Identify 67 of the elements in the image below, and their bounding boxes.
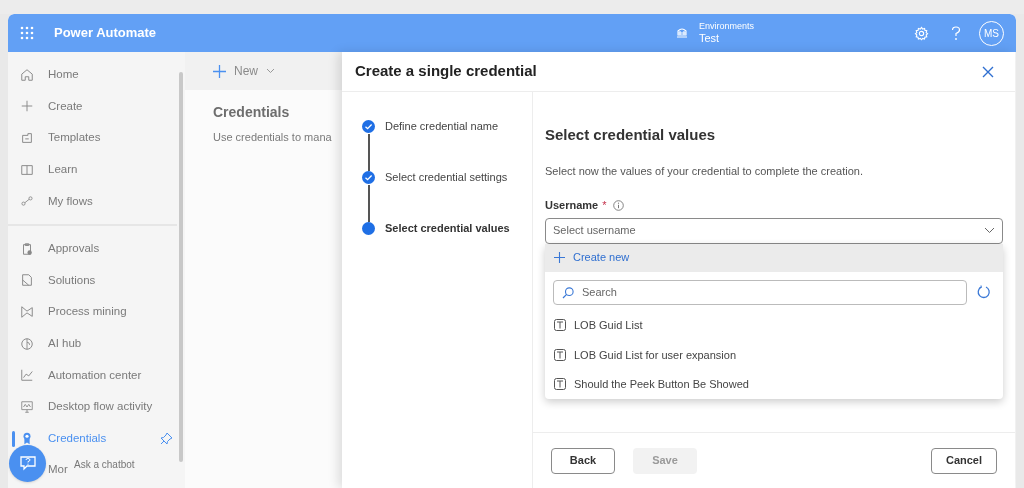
nav-item[interactable]: Process mining: [8, 296, 127, 328]
info-icon[interactable]: [613, 199, 625, 211]
nav-item[interactable]: Approvals: [8, 232, 100, 265]
app-launcher-icon[interactable]: [20, 26, 34, 40]
nav-icon: [20, 67, 34, 82]
action-button[interactable]: Back: [551, 447, 615, 474]
refresh-icon[interactable]: [977, 285, 991, 299]
environment-label: Environments: [698, 20, 754, 32]
dropdown-placeholder: Select username: [553, 223, 637, 239]
nav-icon: [20, 399, 34, 414]
nav-icon: [20, 273, 34, 288]
plus-icon: [213, 64, 226, 78]
nav-item[interactable]: Templates: [8, 122, 101, 154]
nav-item[interactable]: Credentials: [8, 422, 107, 455]
scrollbar[interactable]: [179, 72, 183, 462]
action-button[interactable]: Cancel: [931, 447, 997, 474]
search-icon: [562, 286, 574, 299]
nav-item[interactable]: Home: [8, 59, 79, 91]
nav-icon: [20, 162, 34, 177]
text-field-icon: [554, 378, 566, 391]
new-button[interactable]: New: [213, 62, 275, 80]
nav-item[interactable]: Automation center: [8, 359, 142, 391]
nav-item[interactable]: Mor: [48, 454, 68, 486]
step-label: Select credential values: [385, 222, 510, 235]
plus-icon: [554, 252, 565, 263]
required-mark: *: [602, 198, 607, 213]
chat-help-icon: [19, 456, 36, 471]
help-icon[interactable]: [951, 25, 961, 41]
nav-icon: [20, 241, 34, 256]
nav-icon: [20, 131, 34, 145]
section-description: Select now the values of your credential to complete the creation.: [545, 163, 864, 179]
section-heading: Select credential values: [545, 125, 717, 145]
text-field-icon: [554, 319, 566, 332]
nav-icon: [20, 304, 34, 319]
settings-icon[interactable]: [914, 25, 929, 41]
nav-item[interactable]: My flows: [8, 185, 93, 217]
chevron-down-icon: [266, 68, 275, 74]
close-icon[interactable]: [982, 65, 994, 78]
step-label: Define credential name: [385, 120, 499, 134]
nav-icon: [20, 99, 34, 114]
dropdown-option[interactable]: LOB Guid List for user expansion: [545, 340, 1003, 370]
dropdown-option[interactable]: LOB Guid List: [545, 310, 1003, 340]
nav-item[interactable]: AI hub: [8, 327, 82, 360]
pin-icon[interactable]: [160, 431, 173, 445]
create-new-label: Create new: [573, 250, 630, 266]
nav-item[interactable]: Solutions: [8, 264, 96, 297]
create-new-option[interactable]: Create new: [545, 243, 1003, 272]
dropdown-option[interactable]: Should the Peek Button Be Showed: [545, 369, 1003, 399]
nav-icon: [20, 368, 34, 383]
search-field[interactable]: Search: [553, 279, 967, 305]
text-field-icon: [554, 348, 566, 361]
step-label: Select credential settings: [385, 171, 508, 185]
nav-icon: [20, 336, 34, 351]
panel-title: Create a single credential: [355, 61, 537, 82]
nav-item[interactable]: Learn: [8, 153, 78, 186]
nav-item[interactable]: Create: [8, 90, 83, 123]
nav-item[interactable]: Desktop flow activity: [8, 390, 153, 423]
selection-indicator: [12, 430, 15, 447]
page-description: Use credentials to mana: [213, 130, 333, 145]
nav-icon: [20, 194, 34, 209]
field-label: Username: [545, 198, 599, 213]
page-title: Credentials: [213, 103, 291, 122]
chevron-down-icon: [984, 227, 995, 234]
environment-name[interactable]: Test: [698, 31, 754, 46]
username-dropdown[interactable]: Select username: [545, 217, 1003, 244]
chatbot-label: Ask a chatbot: [74, 458, 135, 472]
app-name: Power Automate: [54, 24, 157, 43]
